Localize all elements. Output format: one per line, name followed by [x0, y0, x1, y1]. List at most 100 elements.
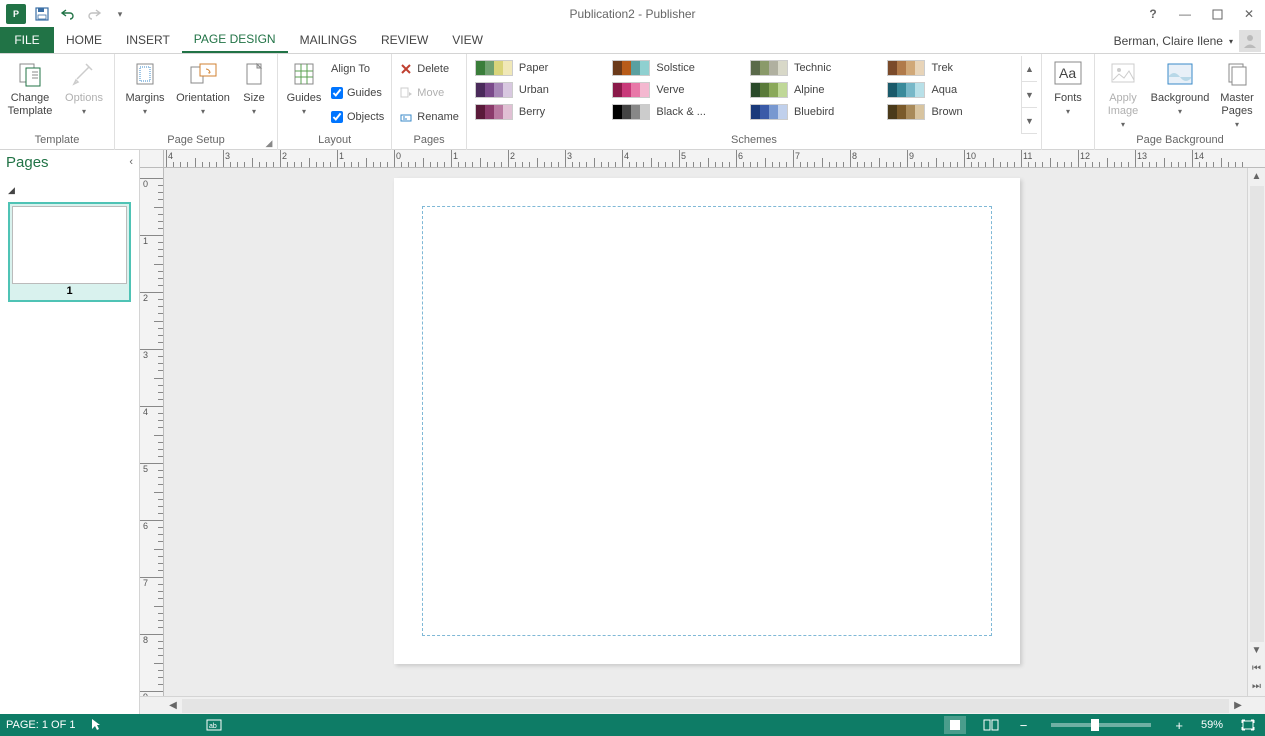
user-area[interactable]: Berman, Claire Ilene ▾: [1114, 30, 1261, 52]
group-fonts: Aa Fonts▾: [1042, 54, 1095, 150]
status-page[interactable]: PAGE: 1 OF 1: [6, 719, 76, 731]
tab-mailings[interactable]: MAILINGS: [288, 27, 369, 53]
save-button[interactable]: [30, 2, 54, 26]
zoom-in-button[interactable]: +: [1171, 718, 1187, 733]
tab-home[interactable]: HOME: [54, 27, 114, 53]
tab-file[interactable]: FILE: [0, 27, 54, 53]
window-title: Publication2 - Publisher: [569, 7, 695, 21]
scheme-label: Black & ...: [656, 106, 706, 118]
user-avatar-icon[interactable]: [1239, 30, 1261, 52]
horizontal-ruler[interactable]: 43210123456789101112131415: [164, 150, 1247, 168]
scheme-label: Brown: [931, 106, 962, 118]
page-setup-launcher[interactable]: ◢: [263, 137, 275, 149]
page-canvas[interactable]: [394, 178, 1020, 664]
zoom-slider[interactable]: [1051, 723, 1151, 727]
size-button[interactable]: Size▾: [235, 56, 273, 118]
scheme-gallery[interactable]: Paper Solstice Technic Trek Urban Verve Alpine…: [471, 56, 1021, 134]
vscroll-up[interactable]: ▲: [1248, 168, 1265, 186]
scheme-bluebird[interactable]: Bluebird: [750, 102, 880, 122]
redo-button[interactable]: [82, 2, 106, 26]
minimize-button[interactable]: —: [1169, 0, 1201, 28]
fonts-button[interactable]: Aa Fonts▾: [1046, 56, 1090, 118]
hscroll-left[interactable]: ◀: [164, 700, 182, 711]
scheme-label: Trek: [931, 62, 953, 74]
hscroll-right[interactable]: ▶: [1229, 700, 1247, 711]
align-guides-checkbox[interactable]: Guides: [328, 82, 387, 104]
gallery-scrollbar[interactable]: ▲ ▼ ▼: [1021, 56, 1037, 134]
view-two-page-button[interactable]: [980, 716, 1002, 734]
vertical-ruler[interactable]: 0123456789: [140, 168, 164, 696]
background-label: Background: [1151, 92, 1210, 105]
vscroll-down[interactable]: ▼: [1248, 642, 1265, 660]
status-caps-icon: ab: [206, 719, 222, 731]
ruler-corner: [140, 150, 164, 168]
master-pages-button[interactable]: Master Pages▾: [1213, 56, 1261, 131]
scheme-label: Alpine: [794, 84, 825, 96]
move-page-button[interactable]: Move: [396, 82, 462, 104]
apply-image-label: Apply Image: [1108, 92, 1139, 118]
horizontal-scrollbar[interactable]: ◀ ▶: [140, 696, 1265, 714]
gallery-scroll-up[interactable]: ▲: [1022, 56, 1037, 82]
size-label: Size: [243, 92, 264, 105]
undo-button[interactable]: [56, 2, 80, 26]
scheme-label: Bluebird: [794, 106, 834, 118]
tab-review[interactable]: REVIEW: [369, 27, 440, 53]
scheme-aqua[interactable]: Aqua: [887, 80, 1017, 100]
guides-button[interactable]: Guides▾: [282, 56, 326, 118]
delete-page-button[interactable]: Delete: [396, 58, 462, 80]
scheme-technic[interactable]: Technic: [750, 58, 880, 78]
pages-disclosure-icon[interactable]: ◢: [8, 185, 15, 195]
gallery-more-button[interactable]: ▼: [1022, 108, 1037, 134]
scheme-label: Urban: [519, 84, 549, 96]
next-page-button[interactable]: ⏭: [1248, 678, 1265, 696]
tab-page-design[interactable]: PAGE DESIGN: [182, 27, 288, 53]
scheme-solstice[interactable]: Solstice: [612, 58, 742, 78]
pages-panel-collapse[interactable]: ‹: [129, 156, 133, 168]
app-icon[interactable]: P: [4, 2, 28, 26]
group-schemes-label: Schemes: [471, 134, 1037, 150]
qat-customize[interactable]: ▾: [108, 2, 132, 26]
orientation-label: Orientation: [176, 92, 230, 105]
maximize-button[interactable]: [1201, 0, 1233, 28]
rename-page-button[interactable]: Rename: [396, 106, 462, 128]
scheme-label: Berry: [519, 106, 545, 118]
page-thumb-number: 1: [12, 284, 127, 298]
zoom-level[interactable]: 59%: [1201, 719, 1223, 731]
scheme-verve[interactable]: Verve: [612, 80, 742, 100]
fit-page-button[interactable]: [1237, 716, 1259, 734]
prev-page-button[interactable]: ⏮: [1248, 660, 1265, 678]
orientation-button[interactable]: Orientation▾: [173, 56, 233, 118]
scheme-label: Verve: [656, 84, 684, 96]
zoom-out-button[interactable]: −: [1016, 718, 1032, 733]
change-template-button[interactable]: Change Template: [4, 56, 56, 118]
help-button[interactable]: ?: [1137, 0, 1169, 28]
align-objects-checkbox[interactable]: Objects: [328, 106, 387, 128]
background-button[interactable]: Background▾: [1149, 56, 1211, 118]
scheme-urban[interactable]: Urban: [475, 80, 605, 100]
pages-panel-title: Pages: [6, 154, 49, 171]
scheme-berry[interactable]: Berry: [475, 102, 605, 122]
group-pages: Delete Move Rename Pages: [392, 54, 467, 150]
gallery-scroll-down[interactable]: ▼: [1022, 82, 1037, 108]
scheme-brown[interactable]: Brown: [887, 102, 1017, 122]
vertical-scrollbar[interactable]: ▲ ▼ ⏮ ⏭: [1247, 168, 1265, 696]
view-single-button[interactable]: [944, 716, 966, 734]
pointer-icon: [90, 718, 102, 732]
options-label: Options: [65, 92, 103, 105]
tab-view[interactable]: VIEW: [440, 27, 495, 53]
scheme-black-[interactable]: Black & ...: [612, 102, 742, 122]
close-button[interactable]: ✕: [1233, 0, 1265, 28]
group-page-setup: Margins▾ Orientation▾ Size▾ Page Setup ◢: [115, 54, 278, 150]
page-thumbnail[interactable]: 1: [8, 202, 131, 302]
group-template-label: Template: [4, 134, 110, 150]
tab-insert[interactable]: INSERT: [114, 27, 182, 53]
scheme-alpine[interactable]: Alpine: [750, 80, 880, 100]
ribbon-tabs: FILE HOME INSERT PAGE DESIGN MAILINGS RE…: [0, 28, 1265, 54]
margins-label: Margins: [125, 92, 164, 105]
scheme-label: Aqua: [931, 84, 957, 96]
margins-button[interactable]: Margins▾: [119, 56, 171, 118]
scheme-paper[interactable]: Paper: [475, 58, 605, 78]
scheme-trek[interactable]: Trek: [887, 58, 1017, 78]
pages-panel: Pages ‹ ◢ 1: [0, 150, 140, 714]
canvas-viewport[interactable]: [164, 168, 1247, 696]
